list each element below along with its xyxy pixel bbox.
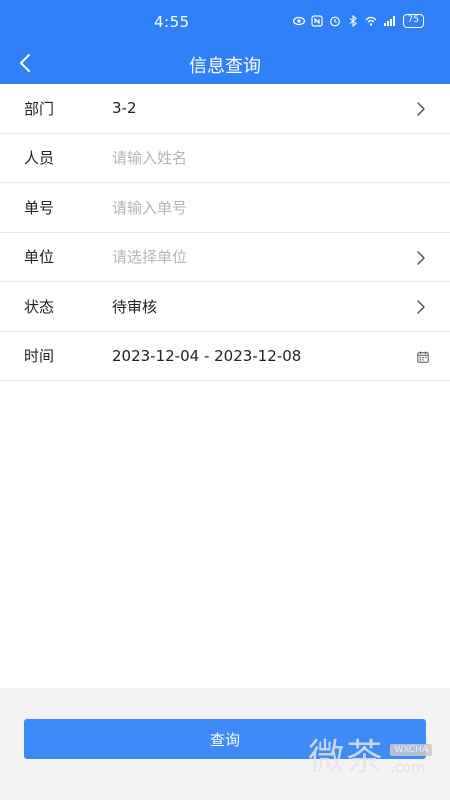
eye-icon: [292, 16, 305, 26]
unit-select[interactable]: 请选择单位: [112, 246, 187, 267]
department-label: 部门: [24, 99, 55, 118]
calendar-icon[interactable]: [417, 351, 429, 363]
status-bar: 4:55 75: [0, 0, 450, 42]
watermark-suffix: .com: [390, 760, 425, 776]
person-row[interactable]: 人员 请输入姓名: [0, 134, 450, 183]
person-label: 人员: [24, 149, 55, 168]
department-value[interactable]: 3-2: [112, 99, 137, 117]
bluetooth-icon: [349, 15, 357, 27]
time-label: 时间: [24, 347, 55, 366]
nav-bar: 信息查询: [0, 42, 450, 84]
watermark-badge: WXCHA: [390, 744, 432, 756]
status-row[interactable]: 状态 待审核: [0, 282, 450, 332]
signal-5g-icon: [383, 16, 395, 26]
unit-label: 单位: [24, 248, 55, 267]
watermark-domain: WXCHA .com: [390, 744, 432, 776]
wifi-icon: [365, 16, 377, 26]
query-form: 部门 3-2 人员 请输入姓名 单号 请输入单号 单位 请选择单位 状态 待审核…: [0, 84, 450, 381]
watermark-logo: 微茶 WXCHA .com: [308, 740, 432, 776]
page-title: 信息查询: [189, 56, 261, 77]
chevron-right-icon: [417, 300, 425, 314]
status-icons: 75: [292, 14, 424, 28]
nfc-icon: [310, 15, 323, 27]
unit-row[interactable]: 单位 请选择单位: [0, 233, 450, 282]
time-row[interactable]: 时间 2023-12-04 - 2023-12-08: [0, 332, 450, 381]
date-range-value[interactable]: 2023-12-04 - 2023-12-08: [112, 347, 301, 365]
person-input[interactable]: 请输入姓名: [112, 147, 187, 168]
department-row[interactable]: 部门 3-2: [0, 84, 450, 134]
watermark-text: 微茶: [308, 737, 385, 778]
order-no-label: 单号: [24, 198, 55, 217]
order-no-input[interactable]: 请输入单号: [112, 197, 187, 218]
status-time: 4:55: [154, 13, 190, 31]
status-label: 状态: [24, 297, 55, 316]
order-no-row[interactable]: 单号 请输入单号: [0, 183, 450, 233]
chevron-right-icon: [417, 102, 425, 116]
chevron-right-icon: [417, 250, 425, 265]
battery-icon: 75: [402, 14, 424, 28]
alarm-icon: [329, 16, 340, 27]
status-value[interactable]: 待审核: [112, 296, 157, 317]
